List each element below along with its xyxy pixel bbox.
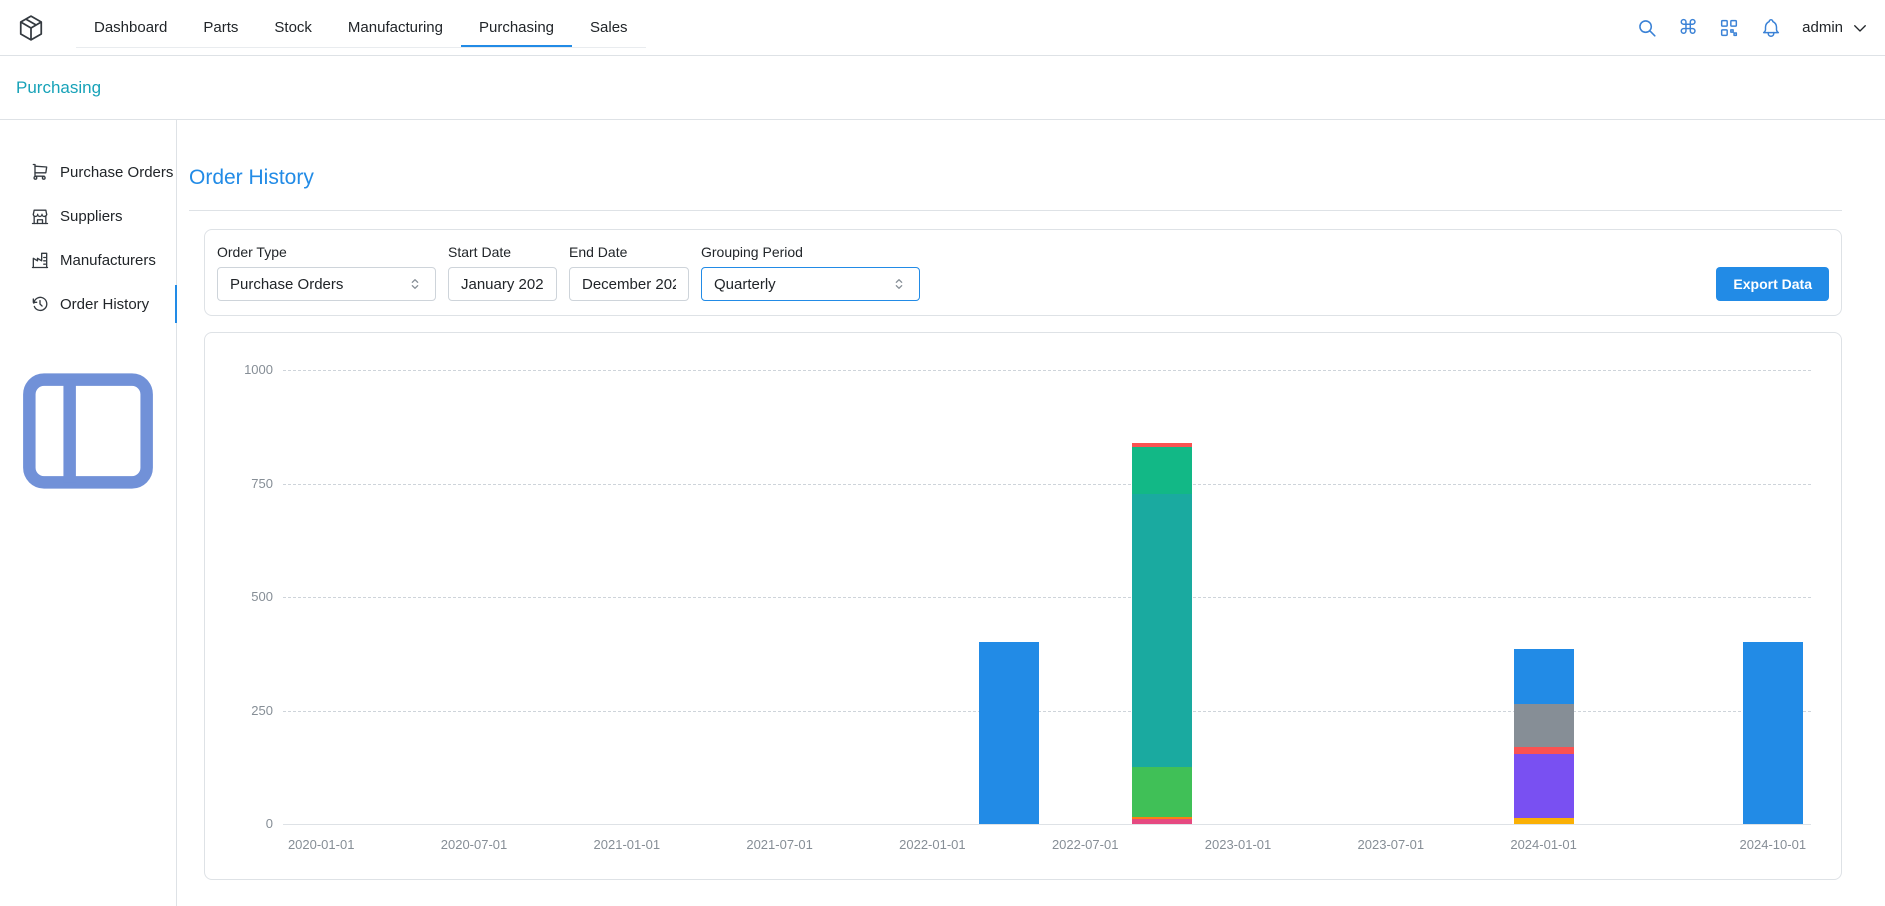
x-axis-tick-label: 2023-07-01 bbox=[1358, 837, 1425, 852]
main-nav-tabs: Dashboard Parts Stock Manufacturing Purc… bbox=[76, 7, 646, 48]
sidebar-item-label: Order History bbox=[60, 296, 149, 313]
sidebar-item-purchase-orders[interactable]: Purchase Orders bbox=[0, 150, 176, 194]
start-date-label: Start Date bbox=[448, 244, 557, 260]
bar-segment[interactable] bbox=[1514, 704, 1574, 747]
x-axis-tick-label: 2021-07-01 bbox=[746, 837, 813, 852]
bar-segment[interactable] bbox=[1132, 494, 1192, 766]
grouping-period-select[interactable]: Quarterly bbox=[701, 267, 920, 301]
tab-stock[interactable]: Stock bbox=[256, 7, 330, 47]
gridline bbox=[283, 484, 1811, 485]
y-axis-tick-label: 750 bbox=[251, 477, 273, 491]
tab-parts[interactable]: Parts bbox=[185, 7, 256, 47]
x-axis-tick-label: 2021-01-01 bbox=[594, 837, 661, 852]
sidebar-item-label: Manufacturers bbox=[60, 252, 156, 269]
bar-segment[interactable] bbox=[1514, 649, 1574, 704]
navbar-actions: ⌘ admin bbox=[1636, 17, 1869, 39]
grouping-period-value: Quarterly bbox=[714, 276, 776, 293]
search-icon[interactable] bbox=[1636, 17, 1658, 39]
bar-segment[interactable] bbox=[1514, 747, 1574, 754]
export-data-button[interactable]: Export Data bbox=[1716, 267, 1829, 301]
x-axis-tick-label: 2020-07-01 bbox=[441, 837, 508, 852]
gridline bbox=[283, 711, 1811, 712]
x-axis-line bbox=[283, 824, 1811, 825]
end-date-label: End Date bbox=[569, 244, 689, 260]
history-icon bbox=[30, 294, 50, 314]
sidebar-item-label: Suppliers bbox=[60, 208, 123, 225]
bar-segment[interactable] bbox=[1743, 642, 1803, 824]
y-axis-tick-label: 250 bbox=[251, 704, 273, 718]
breadcrumb: Purchasing bbox=[0, 56, 1885, 120]
order-type-label: Order Type bbox=[217, 244, 436, 260]
shopping-cart-icon bbox=[30, 162, 50, 182]
y-axis-tick-label: 500 bbox=[251, 590, 273, 604]
page-layout: Purchase Orders Suppliers M bbox=[0, 120, 1885, 906]
sidebar-item-manufacturers[interactable]: Manufacturers bbox=[0, 238, 176, 282]
purchasing-sidebar: Purchase Orders Suppliers M bbox=[0, 120, 177, 906]
filter-panel: Order Type Purchase Orders Start Date En… bbox=[204, 229, 1842, 316]
breadcrumb-purchasing[interactable]: Purchasing bbox=[16, 78, 101, 98]
top-navbar: Dashboard Parts Stock Manufacturing Purc… bbox=[0, 0, 1885, 56]
bar-segment[interactable] bbox=[1132, 447, 1192, 494]
building-factory-icon bbox=[30, 250, 50, 270]
notifications-bell-icon[interactable] bbox=[1760, 17, 1782, 39]
order-type-field: Order Type Purchase Orders bbox=[217, 244, 436, 301]
page-title: Order History bbox=[189, 166, 1842, 190]
username-label: admin bbox=[1802, 19, 1843, 36]
selector-chevrons-icon bbox=[891, 276, 907, 292]
collapse-sidebar-icon[interactable] bbox=[0, 343, 176, 519]
sidebar-item-order-history[interactable]: Order History bbox=[0, 282, 176, 326]
x-axis-tick-label: 2022-01-01 bbox=[899, 837, 966, 852]
order-type-select[interactable]: Purchase Orders bbox=[217, 267, 436, 301]
bar-segment[interactable] bbox=[1514, 754, 1574, 818]
sidebar-item-label: Purchase Orders bbox=[60, 164, 173, 181]
x-axis-tick-label: 2020-01-01 bbox=[288, 837, 355, 852]
bar-segment[interactable] bbox=[1132, 767, 1192, 817]
bar-segment[interactable] bbox=[979, 642, 1039, 824]
command-palette-icon[interactable]: ⌘ bbox=[1678, 17, 1698, 39]
gridline bbox=[283, 597, 1811, 598]
y-axis-tick-label: 1000 bbox=[244, 363, 273, 377]
sidebar-item-suppliers[interactable]: Suppliers bbox=[0, 194, 176, 238]
x-axis-tick-label: 2023-01-01 bbox=[1205, 837, 1272, 852]
tab-sales[interactable]: Sales bbox=[572, 7, 646, 47]
main-content: Order History Order Type Purchase Orders… bbox=[177, 120, 1885, 906]
order-type-value: Purchase Orders bbox=[230, 276, 343, 293]
grouping-period-label: Grouping Period bbox=[701, 244, 920, 260]
title-divider bbox=[189, 210, 1842, 211]
x-axis-tick-label: 2024-01-01 bbox=[1510, 837, 1577, 852]
x-axis-tick-label: 2024-10-01 bbox=[1740, 837, 1807, 852]
end-date-field: End Date bbox=[569, 244, 689, 301]
order-history-chart-panel: 0 250 500 750 1000 2020-01-01 2020-07-01 2021-0… bbox=[204, 332, 1842, 880]
tab-manufacturing[interactable]: Manufacturing bbox=[330, 7, 461, 47]
app-logo-icon[interactable] bbox=[16, 13, 46, 43]
building-store-icon bbox=[30, 206, 50, 226]
user-menu[interactable]: admin bbox=[1802, 19, 1869, 37]
bar-segment[interactable] bbox=[1132, 819, 1192, 824]
bar-segment[interactable] bbox=[1514, 818, 1574, 824]
tab-purchasing[interactable]: Purchasing bbox=[461, 7, 572, 47]
start-date-field: Start Date bbox=[448, 244, 557, 301]
bar-segment[interactable] bbox=[1132, 817, 1192, 820]
bar-segment[interactable] bbox=[1132, 443, 1192, 448]
selector-chevrons-icon bbox=[407, 276, 423, 292]
qr-scan-icon[interactable] bbox=[1718, 17, 1740, 39]
tab-dashboard[interactable]: Dashboard bbox=[76, 7, 185, 47]
chevron-down-icon bbox=[1851, 19, 1869, 37]
grouping-period-field: Grouping Period Quarterly bbox=[701, 244, 920, 301]
x-axis-tick-label: 2022-07-01 bbox=[1052, 837, 1119, 852]
end-date-input[interactable] bbox=[569, 267, 689, 301]
y-axis-tick-label: 0 bbox=[266, 817, 273, 831]
start-date-input[interactable] bbox=[448, 267, 557, 301]
gridline bbox=[283, 370, 1811, 371]
order-history-chart: 0 250 500 750 1000 2020-01-01 2020-07-01 2021-0… bbox=[205, 333, 1841, 879]
